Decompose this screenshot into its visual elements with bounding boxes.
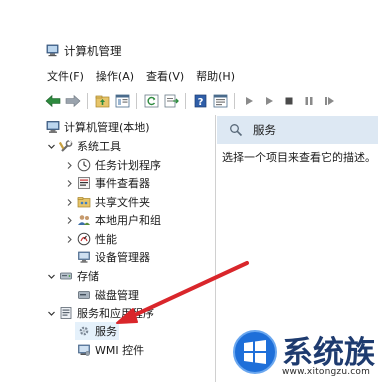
watermark: 系统族 www.xitongzu.com — [232, 325, 378, 382]
watermark-brand: 系统族 — [282, 335, 375, 371]
windows-logo-icon — [232, 329, 278, 378]
watermark-url: www.xitongzu.com — [282, 367, 371, 377]
